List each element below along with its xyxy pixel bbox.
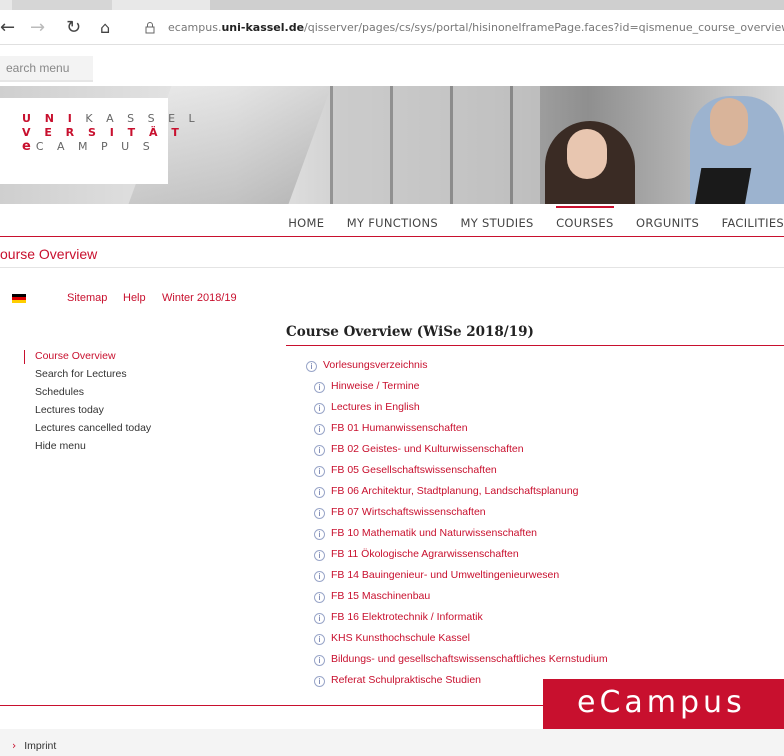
tree-item-label: FB 16 Elektrotechnik / Informatik bbox=[331, 611, 483, 623]
nav-orgunits[interactable]: ORGUNITS bbox=[636, 216, 699, 230]
search-menu-placeholder: earch menu bbox=[6, 61, 70, 75]
info-icon[interactable]: i bbox=[314, 592, 325, 603]
chevron-right-icon: › bbox=[12, 740, 17, 752]
tree-item-label: Lectures in English bbox=[331, 401, 420, 413]
info-icon[interactable]: i bbox=[314, 634, 325, 645]
tree-item[interactable]: i Hinweise / Termine bbox=[314, 380, 420, 393]
info-icon[interactable]: i bbox=[314, 508, 325, 519]
tree-item-label: Vorlesungsverzeichnis bbox=[323, 359, 428, 371]
university-logo[interactable]: U N I K A S S E L V E R S I T Ä T eC A M… bbox=[0, 98, 195, 184]
info-icon[interactable]: i bbox=[314, 403, 325, 414]
nav-facilities[interactable]: FACILITIES bbox=[722, 216, 784, 230]
info-icon[interactable]: i bbox=[314, 613, 325, 624]
tree-item[interactable]: i FB 16 Elektrotechnik / Informatik bbox=[314, 611, 483, 624]
tree-item[interactable]: i FB 10 Mathematik und Naturwissenschafte… bbox=[314, 527, 537, 540]
footer-bar bbox=[0, 729, 784, 756]
url-host: uni-kassel.de bbox=[221, 21, 305, 34]
menu-course-overview[interactable]: Course Overview bbox=[35, 350, 116, 362]
logo-e: e bbox=[22, 139, 36, 154]
sitemap-link[interactable]: Sitemap bbox=[67, 292, 107, 304]
nav-my-studies[interactable]: MY STUDIES bbox=[460, 216, 533, 230]
tree-item[interactable]: i Lectures in English bbox=[314, 401, 420, 414]
tree-item-label: FB 10 Mathematik und Naturwissenschaften bbox=[331, 527, 538, 539]
logo-versitaet: V E R S I T Ä T bbox=[22, 126, 184, 139]
help-link[interactable]: Help bbox=[123, 292, 146, 304]
tree-item[interactable]: i Referat Schulpraktische Studien bbox=[314, 674, 481, 687]
tree-item-label: FB 02 Geistes- und Kulturwissenschaften bbox=[331, 443, 524, 455]
menu-hide-menu[interactable]: Hide menu bbox=[35, 440, 86, 452]
german-flag-icon[interactable] bbox=[12, 294, 26, 303]
browser-tab[interactable] bbox=[12, 0, 112, 10]
ecampus-badge: eCampus bbox=[543, 679, 784, 729]
tree-item-label: FB 07 Wirtschaftswissenschaften bbox=[331, 506, 486, 518]
tree-item[interactable]: i FB 06 Architektur, Stadtplanung, Landsc… bbox=[314, 485, 579, 498]
menu-search-lectures[interactable]: Search for Lectures bbox=[35, 368, 127, 380]
content-title: Course Overview (WiSe 2018/19) bbox=[286, 324, 534, 340]
browser-toolbar: ← → ↻ ⌂ ecampus.uni-kassel.de/qisserver/… bbox=[0, 0, 784, 44]
address-bar[interactable]: ecampus.uni-kassel.de/qisserver/pages/cs… bbox=[142, 18, 784, 38]
imprint-label: Imprint bbox=[24, 740, 57, 752]
logo-kassel: K A S S E L bbox=[85, 112, 200, 125]
tree-item[interactable]: i FB 02 Geistes- und Kulturwissenschaften bbox=[314, 443, 524, 456]
nav-divider bbox=[0, 236, 784, 237]
info-icon[interactable]: i bbox=[314, 571, 325, 582]
tab-strip bbox=[0, 0, 784, 10]
tree-item[interactable]: i FB 14 Bauingenieur- und Umweltingenieur… bbox=[314, 569, 559, 582]
toolbar-divider bbox=[0, 44, 784, 45]
tree-item-label: FB 01 Humanwissenschaften bbox=[331, 422, 468, 434]
tree-item-label: FB 15 Maschinenbau bbox=[331, 590, 431, 602]
browser-tab-active[interactable] bbox=[210, 0, 784, 10]
forward-icon[interactable]: → bbox=[30, 18, 45, 38]
tree-item-label: Hinweise / Termine bbox=[331, 380, 420, 392]
main-navigation: HOME MY FUNCTIONS MY STUDIES COURSES ORG… bbox=[270, 206, 784, 232]
tree-item[interactable]: i FB 15 Maschinenbau bbox=[314, 590, 430, 603]
info-icon[interactable]: i bbox=[314, 466, 325, 477]
tree-item-label: FB 11 Ökologische Agrarwissenschaften bbox=[331, 548, 519, 560]
search-menu-input[interactable]: earch menu bbox=[0, 56, 93, 82]
tree-item-label: FB 14 Bauingenieur- und Umweltingenieurw… bbox=[331, 569, 560, 581]
imprint-link[interactable]: › Imprint bbox=[12, 740, 56, 752]
info-icon[interactable]: i bbox=[314, 529, 325, 540]
semester-link[interactable]: Winter 2018/19 bbox=[162, 292, 237, 304]
info-icon[interactable]: i bbox=[314, 382, 325, 393]
page-heading: ourse Overview bbox=[0, 246, 98, 262]
tree-item-label: Bildungs- und gesellschaftswissenschaftl… bbox=[331, 653, 608, 665]
active-indicator bbox=[24, 350, 25, 364]
nav-my-functions[interactable]: MY FUNCTIONS bbox=[347, 216, 438, 230]
menu-schedules[interactable]: Schedules bbox=[35, 386, 84, 398]
nav-home[interactable]: HOME bbox=[288, 216, 324, 230]
url-prefix: ecampus. bbox=[168, 21, 222, 34]
footer-divider bbox=[0, 705, 543, 706]
tree-item-label: FB 06 Architektur, Stadtplanung, Landsch… bbox=[331, 485, 579, 497]
info-icon[interactable]: i bbox=[314, 424, 325, 435]
tree-item-label: Referat Schulpraktische Studien bbox=[331, 674, 481, 686]
content-divider bbox=[286, 345, 784, 346]
menu-lectures-cancelled[interactable]: Lectures cancelled today bbox=[35, 422, 151, 434]
nav-courses[interactable]: COURSES bbox=[556, 206, 615, 230]
tree-item[interactable]: i FB 05 Gesellschaftswissenschaften bbox=[314, 464, 497, 477]
tree-item-label: FB 05 Gesellschaftswissenschaften bbox=[331, 464, 497, 476]
tree-item[interactable]: i KHS Kunsthochschule Kassel bbox=[314, 632, 470, 645]
info-icon[interactable]: i bbox=[314, 655, 325, 666]
info-icon[interactable]: i bbox=[314, 445, 325, 456]
tree-item[interactable]: i FB 11 Ökologische Agrarwissenschaften bbox=[314, 548, 519, 561]
info-icon[interactable]: i bbox=[314, 550, 325, 561]
tree-item[interactable]: i Bildungs- und gesellschaftswissenschaft… bbox=[314, 653, 608, 666]
logo-uni: U N I bbox=[22, 112, 77, 125]
home-icon[interactable]: ⌂ bbox=[100, 18, 110, 38]
tree-item-root[interactable]: i Vorlesungsverzeichnis bbox=[306, 359, 427, 372]
tree-item-label: KHS Kunsthochschule Kassel bbox=[331, 632, 470, 644]
back-icon[interactable]: ← bbox=[0, 18, 15, 38]
info-icon[interactable]: i bbox=[314, 487, 325, 498]
url-path: /qisserver/pages/cs/sys/portal/hisinoneI… bbox=[304, 21, 784, 34]
tree-item[interactable]: i FB 01 Humanwissenschaften bbox=[314, 422, 468, 435]
info-icon[interactable]: i bbox=[306, 361, 317, 372]
info-icon[interactable]: i bbox=[314, 676, 325, 687]
tree-item[interactable]: i FB 07 Wirtschaftswissenschaften bbox=[314, 506, 486, 519]
logo-campus: C A M P U S bbox=[35, 140, 155, 153]
heading-divider bbox=[0, 267, 784, 268]
refresh-icon[interactable]: ↻ bbox=[66, 18, 81, 38]
menu-lectures-today[interactable]: Lectures today bbox=[35, 404, 104, 416]
